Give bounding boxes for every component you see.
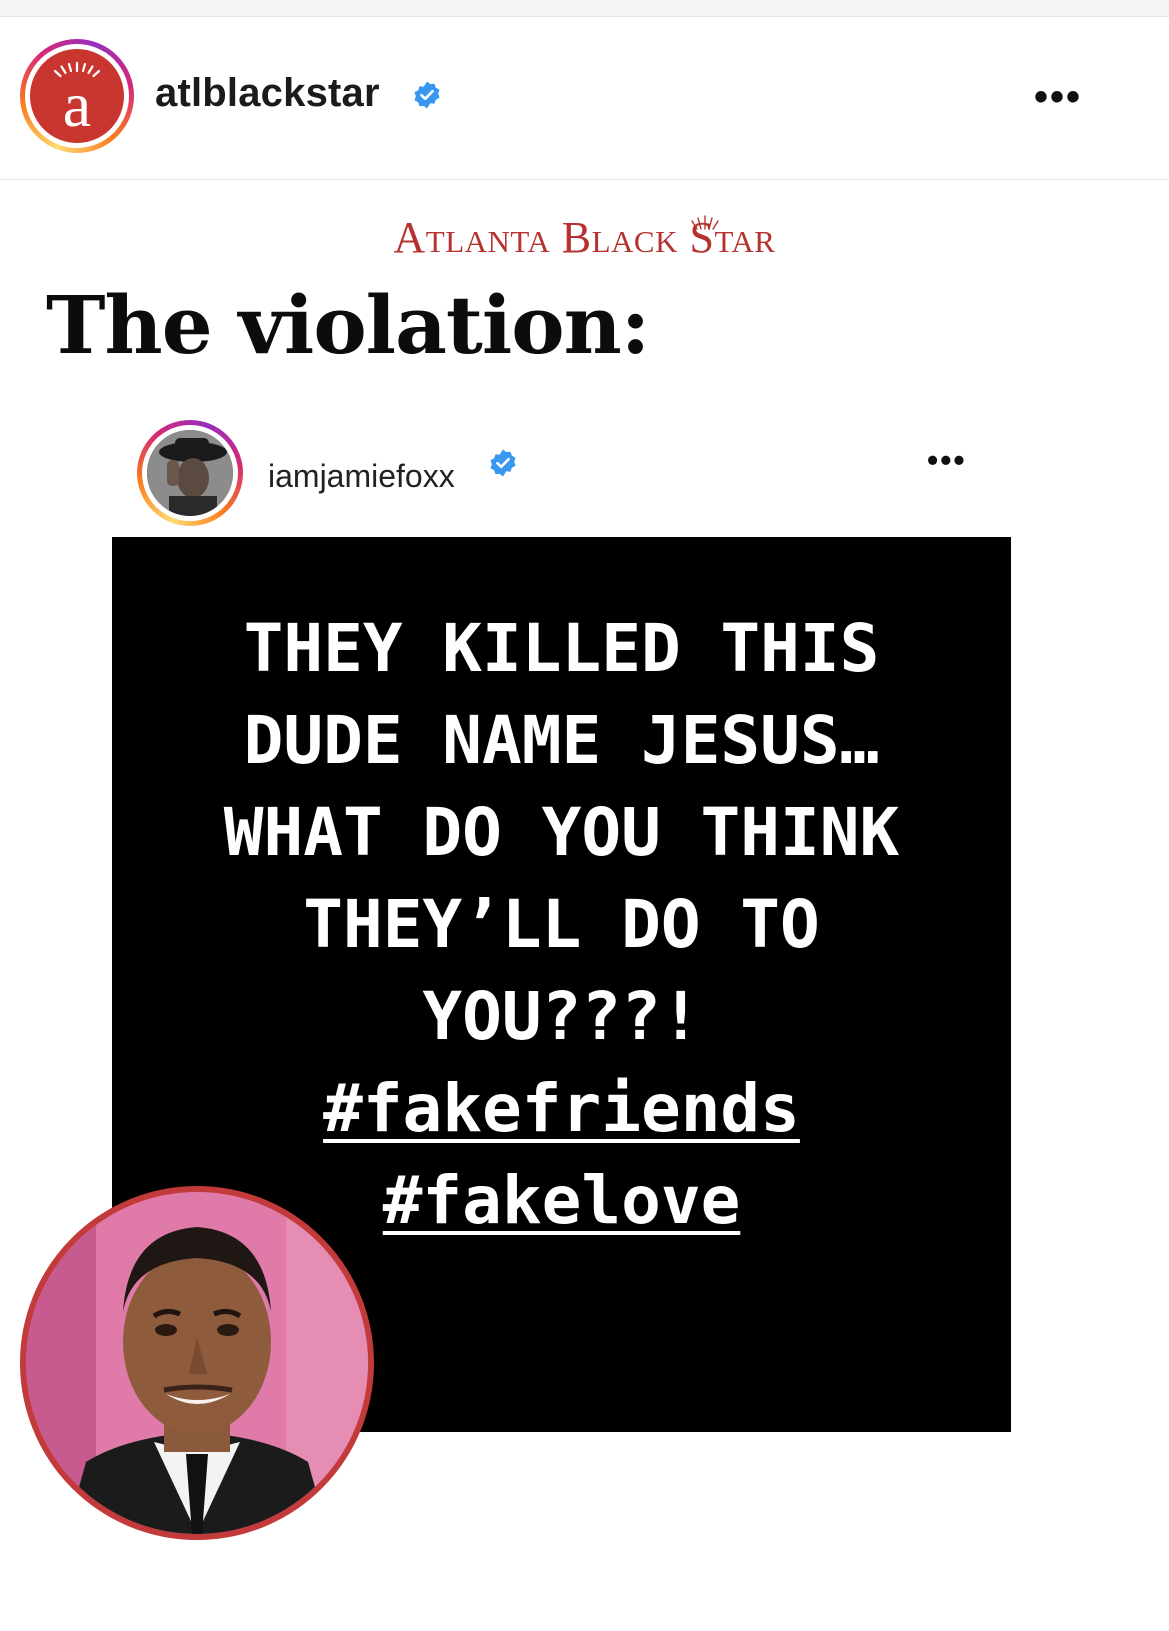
man-portrait-icon <box>26 1192 368 1534</box>
avatar-letter: a <box>62 69 92 140</box>
brand-sunburst-icon <box>691 215 719 230</box>
verified-badge-icon <box>414 81 440 109</box>
status-strip <box>0 0 1169 17</box>
embed-avatar <box>137 420 243 526</box>
embed-username: iamjamiefoxx <box>268 458 455 494</box>
embed-avatar-photo <box>147 430 233 516</box>
story-line: THEY’LL DO TO <box>303 886 820 963</box>
story-line: WHAT DO YOU THINK <box>223 794 900 871</box>
post-username[interactable]: atlblackstar <box>155 71 380 116</box>
embed-verified-badge-icon <box>490 449 516 477</box>
hashtag-fakelove: #fakelove <box>382 1162 741 1239</box>
atlanta-black-star-logo-icon: a <box>30 49 124 143</box>
brand-wordmark: Atlanta Black Star <box>393 213 776 262</box>
avatar-border: a <box>25 44 129 148</box>
hashtag-fakefriends: #fakefriends <box>323 1070 800 1147</box>
profile-avatar[interactable]: a <box>20 39 134 153</box>
story-line: THEY KILLED THIS <box>243 610 880 687</box>
man-in-hat-icon <box>147 430 233 516</box>
portrait-photo <box>20 1186 374 1540</box>
story-line: YOU???! <box>422 978 701 1055</box>
embed-avatar-border <box>142 425 238 521</box>
post-header: a atlblackstar ••• <box>0 17 1169 180</box>
headline: The violation: <box>46 278 650 372</box>
story-text: THEY KILLED THIS DUDE NAME JESUS… WHAT D… <box>112 603 1011 1247</box>
story-line: DUDE NAME JESUS… <box>243 702 880 779</box>
embed-more-icon: ••• <box>927 442 967 478</box>
more-options-button[interactable]: ••• <box>1034 77 1082 117</box>
